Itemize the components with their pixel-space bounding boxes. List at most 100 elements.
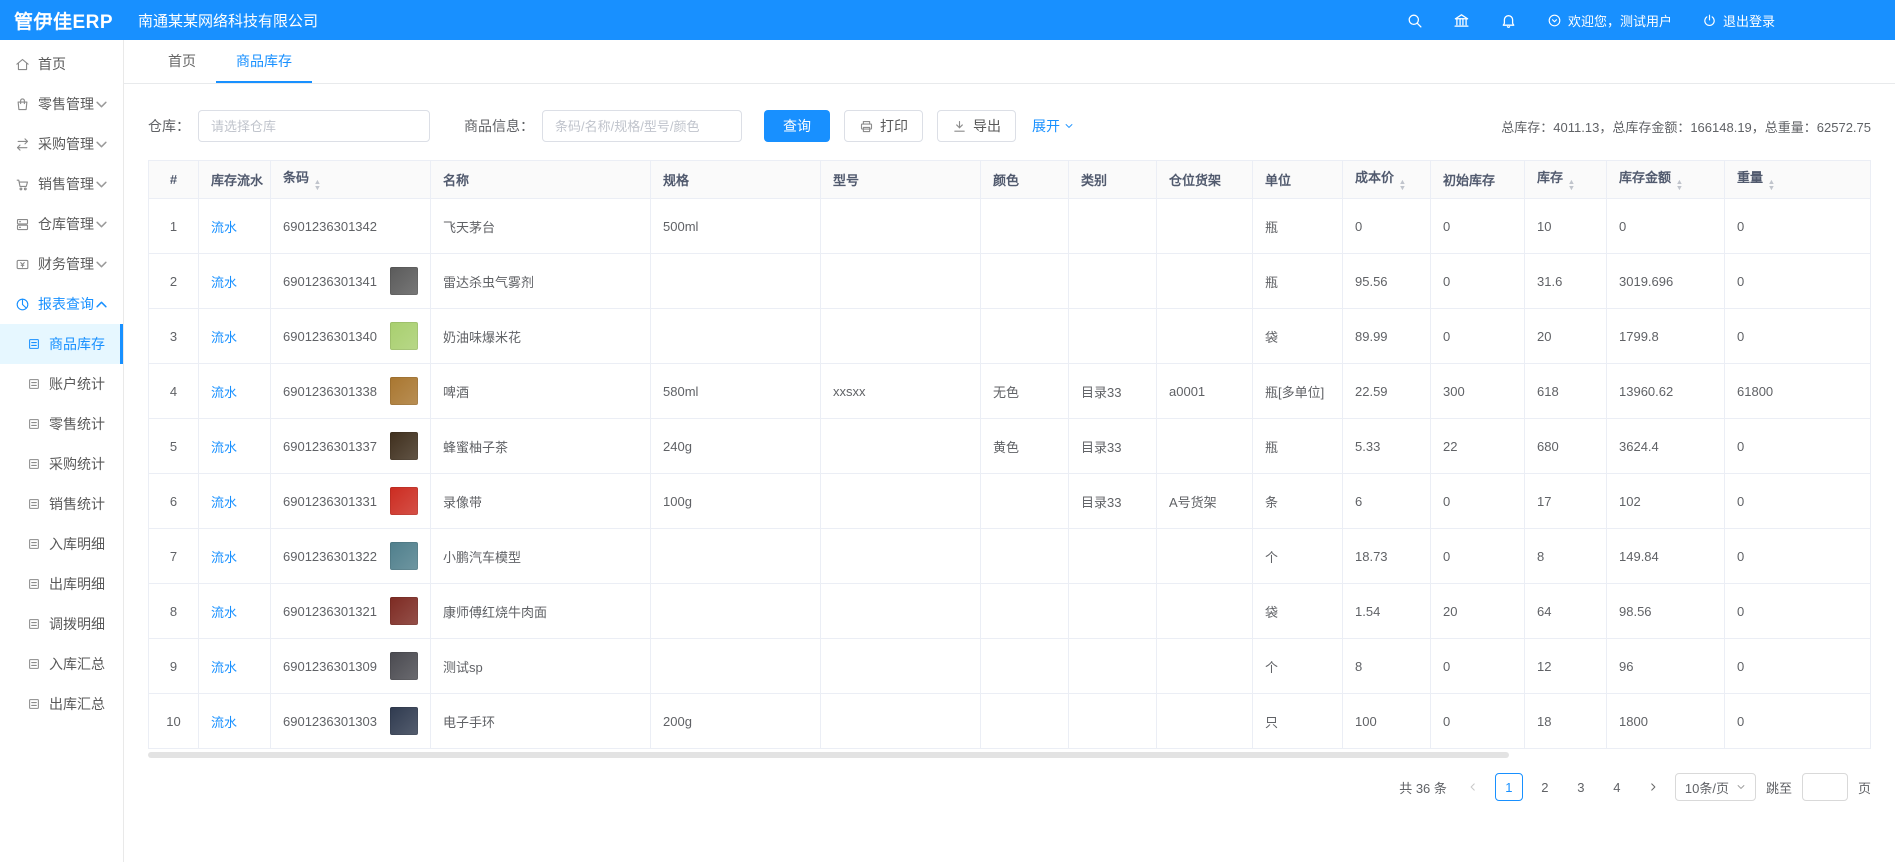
column-header-barcode[interactable]: 条码▲▼ [271,161,431,199]
cell-index: 3 [149,309,199,364]
flow-link[interactable]: 流水 [211,440,237,455]
next-page-button[interactable] [1641,773,1665,801]
sidebar-subitem-transfer-detail[interactable]: 调拨明细 [0,604,123,644]
horizontal-scrollbar-thumb[interactable] [148,752,1509,758]
column-header-color: 颜色 [981,161,1069,199]
table-row: 1流水6901236301342飞天茅台500ml瓶001000 [149,199,1871,254]
product-thumbnail[interactable] [390,432,418,460]
column-header-stock[interactable]: 库存▲▼ [1525,161,1607,199]
column-header-label: 成本价 [1355,170,1394,185]
column-header-cost[interactable]: 成本价 ▲▼ [1343,161,1431,199]
cell-flow: 流水 [199,529,271,584]
cell-category [1069,254,1157,309]
table-row: 9流水6901236301309测试sp个8012960 [149,639,1871,694]
sidebar-item-reports[interactable]: 报表查询 [0,284,123,324]
sidebar-subitem-inbound-summary[interactable]: 入库汇总 [0,644,123,684]
cell-shelf [1157,584,1253,639]
sidebar-item-purchase[interactable]: 采购管理 [0,124,123,164]
tab-home[interactable]: 首页 [148,40,216,83]
flow-link[interactable]: 流水 [211,495,237,510]
barcode-value: 6901236301337 [283,439,377,454]
product-info-input[interactable] [542,110,742,142]
sort-carets-icon[interactable]: ▲▼ [1568,180,1575,192]
cell-category [1069,694,1157,749]
page-button-1[interactable]: 1 [1495,773,1523,801]
sidebar-item-sales[interactable]: 销售管理 [0,164,123,204]
page-button-4[interactable]: 4 [1603,773,1631,801]
search-icon[interactable] [1406,12,1423,29]
sidebar-subitem-inbound-detail[interactable]: 入库明细 [0,524,123,564]
sort-carets-icon[interactable]: ▲▼ [1676,180,1683,192]
product-thumbnail[interactable] [390,487,418,515]
cell-barcode: 6901236301309 [271,639,431,694]
cell-color: 无色 [981,364,1069,419]
warehouse-input[interactable] [198,110,430,142]
cell-spec: 200g [651,694,821,749]
product-thumbnail[interactable] [390,377,418,405]
sidebar-item-retail[interactable]: 零售管理 [0,84,123,124]
column-header-label: 库存流水 [211,173,263,188]
cell-category [1069,199,1157,254]
cell-shelf: A号货架 [1157,474,1253,529]
report-doc-icon [27,417,41,431]
sidebar-subitem-sales-stats[interactable]: 销售统计 [0,484,123,524]
flow-link[interactable]: 流水 [211,605,237,620]
cell-stock: 8 [1525,529,1607,584]
sort-carets-icon[interactable]: ▲▼ [314,180,321,192]
product-thumbnail[interactable] [390,652,418,680]
sort-carets-icon[interactable]: ▲▼ [1768,180,1775,192]
page-size-select[interactable]: 10条/页 [1675,773,1756,801]
print-button[interactable]: 打印 [844,110,923,142]
product-thumbnail[interactable] [390,597,418,625]
flow-link[interactable]: 流水 [211,220,237,235]
flow-link[interactable]: 流水 [211,330,237,345]
sidebar-item-home[interactable]: 首页 [0,44,123,84]
flow-link[interactable]: 流水 [211,275,237,290]
retail-icon [15,97,30,112]
flow-link[interactable]: 流水 [211,385,237,400]
bank-icon[interactable] [1453,12,1470,29]
column-header-weight[interactable]: 重量▲▼ [1725,161,1871,199]
prev-page-button[interactable] [1461,773,1485,801]
bell-icon[interactable] [1500,12,1517,29]
logout-text: 退出登录 [1723,11,1775,30]
cell-cost: 95.56 [1343,254,1431,309]
sidebar-subitem-outbound-detail[interactable]: 出库明细 [0,564,123,604]
jump-to-input[interactable] [1802,773,1848,801]
logout-button[interactable]: 退出登录 [1702,11,1775,30]
sidebar-subitem-retail-stats[interactable]: 零售统计 [0,404,123,444]
sidebar-subitem-outbound-summary[interactable]: 出库汇总 [0,684,123,724]
export-button[interactable]: 导出 [937,110,1016,142]
sidebar-item-finance[interactable]: 财务管理 [0,244,123,284]
sidebar-subitem-account-stats[interactable]: 账户统计 [0,364,123,404]
flow-link[interactable]: 流水 [211,660,237,675]
product-thumbnail[interactable] [390,267,418,295]
sort-carets-icon[interactable]: ▲▼ [1399,180,1406,192]
cell-spec [651,529,821,584]
product-thumbnail[interactable] [390,707,418,735]
cell-flow: 流水 [199,364,271,419]
expand-toggle[interactable]: 展开 [1032,116,1074,136]
product-thumbnail[interactable] [390,542,418,570]
product-thumbnail[interactable] [390,322,418,350]
cell-index: 10 [149,694,199,749]
sidebar-item-warehouse[interactable]: 仓库管理 [0,204,123,244]
flow-link[interactable]: 流水 [211,715,237,730]
app-window: 管伊佳ERP 南通某某网络科技有限公司 欢迎您，测试用户 退出登录 首页零售管理… [0,0,1895,862]
cell-amount: 1799.8 [1607,309,1725,364]
flow-link[interactable]: 流水 [211,550,237,565]
column-header-label: 类别 [1081,173,1107,188]
cell-stock: 17 [1525,474,1607,529]
download-icon [952,119,967,134]
sidebar-subitem-product-stock[interactable]: 商品库存 [0,324,123,364]
column-header-amount[interactable]: 库存金额▲▼ [1607,161,1725,199]
page-button-3[interactable]: 3 [1567,773,1595,801]
welcome-user[interactable]: 欢迎您，测试用户 [1547,11,1672,30]
cell-name: 测试sp [431,639,651,694]
page-button-2[interactable]: 2 [1531,773,1559,801]
sidebar-subitem-purchase-stats[interactable]: 采购统计 [0,444,123,484]
search-button[interactable]: 查询 [764,110,830,142]
cell-barcode: 6901236301322 [271,529,431,584]
tab-product-stock[interactable]: 商品库存 [216,40,312,83]
cell-category [1069,529,1157,584]
